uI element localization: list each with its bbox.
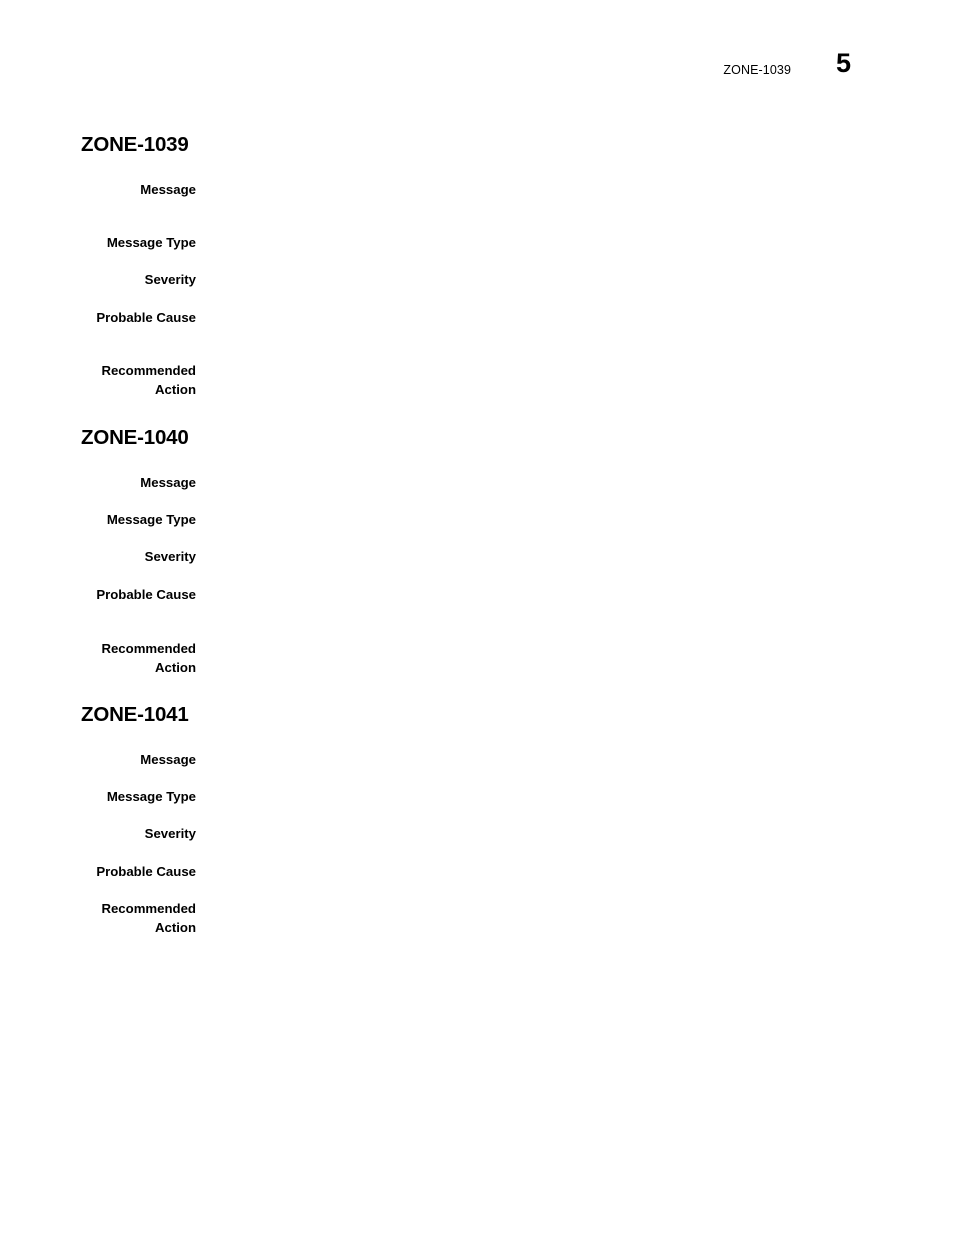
field-label: Recommended Action (101, 901, 196, 935)
document-page: ZONE-1039 5 ZONE-1039 Message Message Type… (0, 0, 954, 1235)
field-label: Message (140, 182, 196, 197)
field-label: Recommended Action (101, 363, 196, 397)
field-label: Message Type (106, 789, 196, 804)
field-value (228, 511, 868, 512)
page-number: 5 (836, 48, 852, 78)
field-value (228, 548, 868, 549)
field-value (228, 825, 868, 826)
field-label: Message Type (106, 512, 196, 527)
field-value (228, 309, 868, 310)
field-label: Recommended Action (101, 641, 196, 675)
field-label: Message (140, 752, 196, 767)
section-heading: ZONE-1040 (81, 426, 189, 449)
field-value (228, 271, 868, 272)
field-value (228, 900, 868, 901)
field-label: Probable Cause (96, 864, 196, 879)
running-header-title: ZONE-1039 (723, 63, 791, 77)
field-value (228, 640, 868, 641)
field-label: Message Type (106, 235, 196, 250)
field-value (228, 362, 868, 363)
section-heading: ZONE-1039 (81, 133, 189, 156)
field-label: Severity (144, 272, 196, 287)
field-value (228, 181, 868, 182)
field-value (228, 474, 868, 475)
field-label: Severity (144, 826, 196, 841)
field-value (228, 751, 868, 752)
field-label: Message (140, 475, 196, 490)
field-label: Probable Cause (96, 310, 196, 325)
field-value (228, 234, 868, 235)
running-header: ZONE-1039 5 (0, 50, 954, 94)
field-value (228, 586, 868, 587)
section-heading: ZONE-1041 (81, 703, 189, 726)
field-label: Severity (144, 549, 196, 564)
field-label: Probable Cause (96, 587, 196, 602)
field-value (228, 863, 868, 864)
field-value (228, 788, 868, 789)
